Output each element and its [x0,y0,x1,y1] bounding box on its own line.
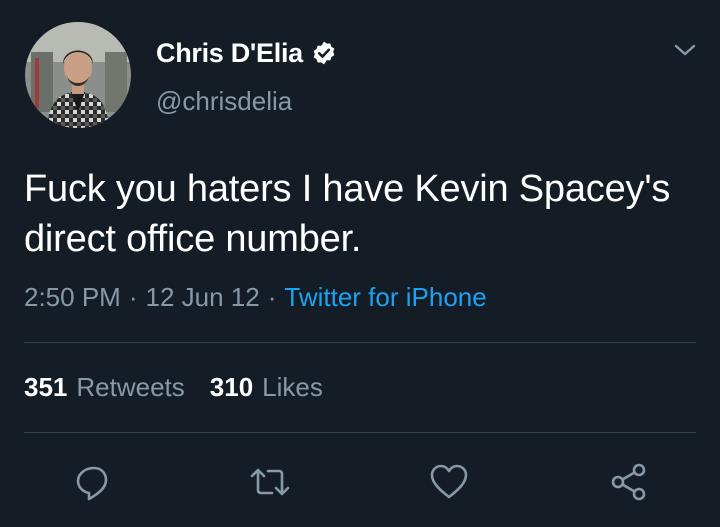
likes-count: 310 [209,372,254,402]
author-name-row: Chris D'Elia [156,38,337,68]
author-handle[interactable]: @chrisdelia [156,86,292,117]
tweet-time[interactable]: 2:50 PM [24,282,121,313]
likes-stat[interactable]: 310 Likes [210,372,323,403]
reply-button[interactable] [70,460,114,504]
reply-icon [76,466,108,501]
meta-separator: · [128,282,138,312]
retweet-icon [250,468,290,496]
retweets-label: Retweets [76,372,185,402]
chevron-down-icon[interactable] [672,40,698,60]
display-name[interactable]: Chris D'Elia [156,38,303,69]
tweet-card: Chris D'Elia @chrisdelia Fuck you haters… [0,0,720,527]
heart-icon [430,464,468,499]
retweet-button[interactable] [248,460,292,504]
tweet-meta: 2:50 PM · 12 Jun 12 · Twitter for iPhone [24,282,487,313]
retweets-count: 351 [24,372,68,402]
meta-separator: · [267,282,277,312]
avatar[interactable] [25,22,131,128]
divider [24,342,696,343]
verified-badge-icon [311,40,337,66]
divider [24,432,696,433]
likes-label: Likes [262,372,323,402]
action-bar [0,460,720,506]
retweets-stat[interactable]: 351 Retweets [24,372,185,403]
tweet-source-link[interactable]: Twitter for iPhone [284,282,486,313]
share-button[interactable] [607,460,651,504]
tweet-date[interactable]: 12 Jun 12 [146,282,260,313]
tweet-stats: 351 Retweets 310 Likes [24,372,323,403]
profile-photo [25,22,131,128]
like-button[interactable] [427,460,471,504]
tweet-text: Fuck you haters I have Kevin Spacey's di… [24,168,671,260]
share-icon [611,463,646,501]
